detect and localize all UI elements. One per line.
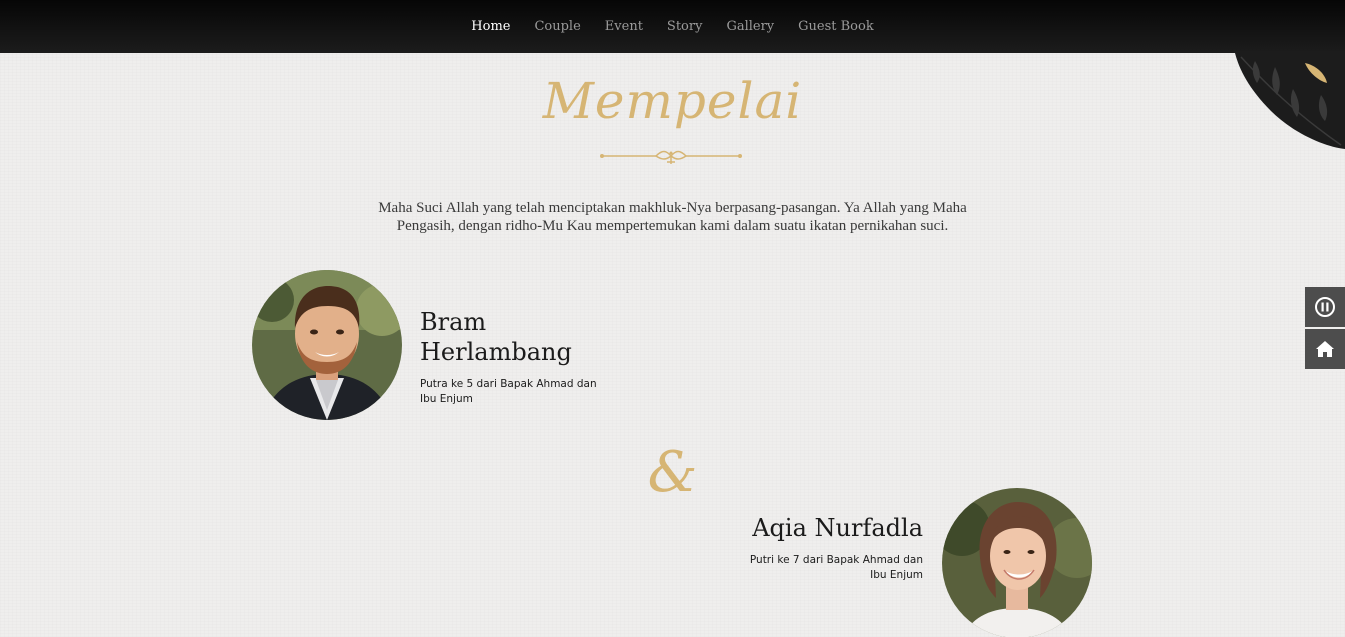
side-controls [1305,287,1345,371]
ampersand-separator: & [647,440,698,505]
groom-parents: Putra ke 5 dari Bapak Ahmad dan Ibu Enju… [420,378,597,405]
nav-story[interactable]: Story [655,19,715,34]
nav-guest-book[interactable]: Guest Book [786,19,886,34]
nav-home[interactable]: Home [459,19,522,34]
bride-name: Aqia Nurfadla [752,514,923,542]
home-button[interactable] [1305,329,1345,371]
bride-parents: Putri ke 7 dari Bapak Ahmad dan Ibu Enju… [749,554,923,581]
nav-gallery[interactable]: Gallery [714,19,786,34]
music-toggle-button[interactable] [1305,287,1345,329]
nav-event[interactable]: Event [593,19,655,34]
section-title: Mempelai [542,72,803,130]
home-icon [1316,341,1334,357]
top-navbar: Home Couple Event Story Gallery Guest Bo… [0,0,1345,53]
nav-couple[interactable]: Couple [522,19,592,34]
bride-photo [942,488,1092,637]
intro-text: Maha Suci Allah yang telah menciptakan m… [378,200,967,234]
groom-name: Bram Herlambang [420,308,572,366]
divider-ornament-icon [600,150,742,164]
pause-icon [1315,297,1335,317]
groom-photo [252,270,402,420]
